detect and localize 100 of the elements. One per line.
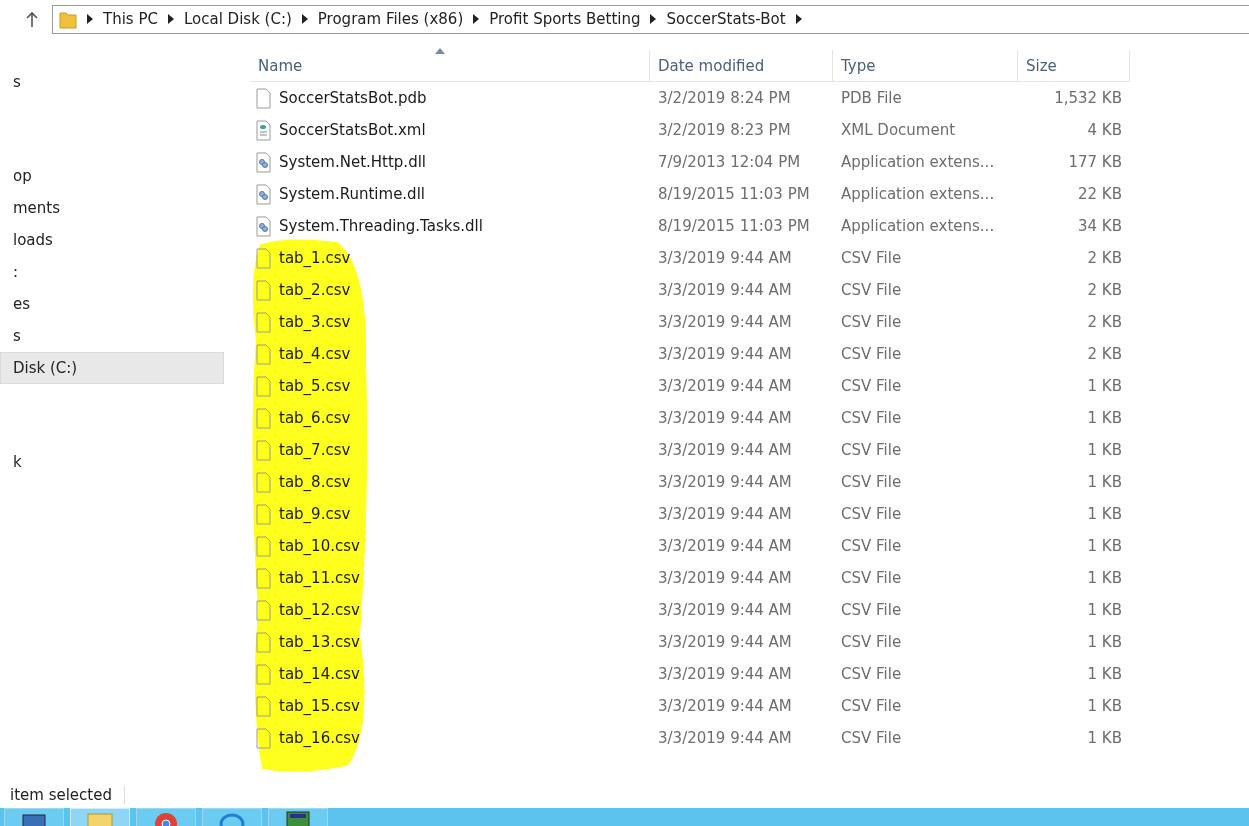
- sidebar-item[interactable]: Disk (C:): [0, 352, 224, 384]
- sidebar-item[interactable]: k: [0, 446, 224, 478]
- file-name[interactable]: tab_14.csv: [279, 665, 360, 683]
- file-name[interactable]: SoccerStatsBot.xml: [279, 121, 426, 139]
- column-header[interactable]: Type: [833, 50, 1018, 82]
- sidebar-item[interactable]: s: [0, 320, 224, 352]
- address-bar[interactable]: This PC Local Disk (C:) Program Files (x86) Profit Sports Betting SoccerStats-Bot: [52, 4, 1249, 34]
- file-name[interactable]: tab_1.csv: [279, 249, 351, 267]
- date-modified: 3/3/2019 9:44 AM: [657, 248, 793, 269]
- document-icon: [256, 247, 271, 269]
- sidebar-item[interactable]: loads: [0, 224, 224, 256]
- file-type: CSV File: [840, 568, 903, 589]
- gear-file-icon: [256, 151, 271, 173]
- file-size: 2 KB: [1086, 312, 1123, 333]
- breadcrumb[interactable]: Local Disk (C:): [183, 10, 292, 28]
- file-type: CSV File: [840, 632, 903, 653]
- file-size: 1 KB: [1086, 408, 1123, 429]
- date-modified: 3/3/2019 9:44 AM: [657, 632, 793, 653]
- file-size: 2 KB: [1086, 280, 1123, 301]
- document-icon: [256, 663, 271, 685]
- date-modified: 3/3/2019 9:44 AM: [657, 728, 793, 749]
- document-icon: [256, 535, 271, 557]
- folder-icon: [87, 811, 113, 826]
- file-name[interactable]: tab_2.csv: [279, 281, 351, 299]
- document-icon: [256, 279, 271, 301]
- breadcrumb[interactable]: Program Files (x86): [317, 10, 464, 28]
- file-size: 1 KB: [1086, 728, 1123, 749]
- date-modified: 8/19/2015 11:03 PM: [657, 184, 811, 205]
- xml-file-icon: [256, 119, 271, 141]
- document-icon: [256, 599, 271, 621]
- date-modified: 3/3/2019 9:44 AM: [657, 440, 793, 461]
- date-modified: 7/9/2013 12:04 PM: [657, 152, 802, 173]
- column-header[interactable]: Name: [250, 50, 650, 82]
- sidebar-item[interactable]: :: [0, 256, 224, 288]
- file-type: CSV File: [840, 472, 903, 493]
- file-type: CSV File: [840, 408, 903, 429]
- document-icon: [256, 375, 271, 397]
- file-size: 22 KB: [1077, 184, 1123, 205]
- column-header[interactable]: Size: [1018, 50, 1130, 82]
- file-name[interactable]: tab_6.csv: [279, 409, 351, 427]
- file-name[interactable]: SoccerStatsBot.pdb: [279, 89, 427, 107]
- document-icon: [256, 311, 271, 333]
- file-size: 34 KB: [1077, 216, 1123, 237]
- chevron-right-icon: [473, 14, 480, 24]
- file-name[interactable]: tab_15.csv: [279, 697, 360, 715]
- file-type: CSV File: [840, 600, 903, 621]
- up-arrow-icon: [25, 11, 39, 27]
- file-name[interactable]: tab_11.csv: [279, 569, 360, 587]
- file-type: CSV File: [840, 536, 903, 557]
- date-modified: 3/3/2019 9:44 AM: [657, 568, 793, 589]
- file-name[interactable]: tab_7.csv: [279, 441, 351, 459]
- sidebar-item[interactable]: s: [0, 66, 224, 98]
- date-modified: 3/3/2019 9:44 AM: [657, 376, 793, 397]
- file-name[interactable]: tab_4.csv: [279, 345, 351, 363]
- document-icon: [256, 87, 271, 109]
- file-size: 1 KB: [1086, 664, 1123, 685]
- sidebar-item[interactable]: ments: [0, 192, 224, 224]
- file-name[interactable]: tab_12.csv: [279, 601, 360, 619]
- folder-icon: [59, 9, 77, 29]
- file-name[interactable]: tab_5.csv: [279, 377, 351, 395]
- file-name[interactable]: tab_9.csv: [279, 505, 351, 523]
- file-name[interactable]: tab_8.csv: [279, 473, 351, 491]
- chevron-right-icon: [87, 14, 93, 24]
- column-header[interactable]: Date modified: [650, 50, 833, 82]
- file-type: CSV File: [840, 248, 903, 269]
- file-size: 1 KB: [1086, 440, 1123, 461]
- file-name[interactable]: tab_3.csv: [279, 313, 351, 331]
- date-modified: 3/3/2019 9:44 AM: [657, 344, 793, 365]
- file-name[interactable]: tab_13.csv: [279, 633, 360, 651]
- document-icon: [256, 631, 271, 653]
- file-type: CSV File: [840, 280, 903, 301]
- file-size: 1 KB: [1086, 376, 1123, 397]
- document-icon: [256, 407, 271, 429]
- breadcrumb[interactable]: Profit Sports Betting: [489, 10, 641, 28]
- circle-logo-icon: [153, 811, 179, 826]
- sidebar-item[interactable]: op: [0, 160, 224, 192]
- file-type: CSV File: [840, 664, 903, 685]
- chevron-right-icon: [167, 14, 174, 24]
- window-icon: [22, 811, 46, 826]
- file-size: 177 KB: [1067, 152, 1123, 173]
- file-name[interactable]: System.Runtime.dll: [279, 185, 425, 203]
- file-type: CSV File: [840, 728, 903, 749]
- date-modified: 3/3/2019 9:44 AM: [657, 696, 793, 717]
- document-icon: [256, 503, 271, 525]
- date-modified: 3/2/2019 8:24 PM: [657, 88, 792, 109]
- file-name[interactable]: tab_16.csv: [279, 729, 360, 747]
- date-modified: 3/3/2019 9:44 AM: [657, 280, 793, 301]
- sidebar-item[interactable]: es: [0, 288, 224, 320]
- file-name[interactable]: tab_10.csv: [279, 537, 360, 555]
- file-size: 1,532 KB: [1053, 88, 1123, 109]
- file-type: Application extens...: [840, 216, 996, 237]
- file-type: Application extens...: [840, 152, 996, 173]
- file-size: 1 KB: [1086, 472, 1123, 493]
- file-name[interactable]: System.Threading.Tasks.dll: [279, 217, 483, 235]
- file-name[interactable]: System.Net.Http.dll: [279, 153, 426, 171]
- breadcrumb[interactable]: SoccerStats-Bot: [666, 10, 786, 28]
- file-type: CSV File: [840, 504, 903, 525]
- globe-icon: [219, 811, 245, 826]
- file-size: 2 KB: [1086, 248, 1123, 269]
- breadcrumb[interactable]: This PC: [103, 10, 158, 28]
